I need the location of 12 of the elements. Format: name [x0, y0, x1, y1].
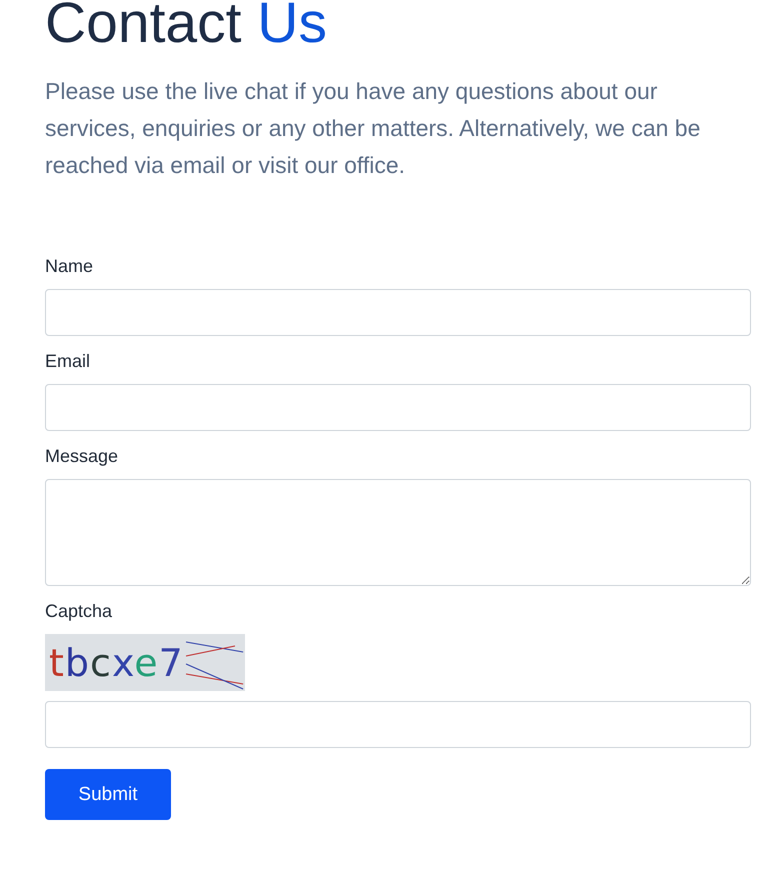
intro-text: Please use the live chat if you have any questions about our services, enquiries or any other matters. Alternatively, we can be reached via email or visit our office. [45, 77, 702, 180]
captcha-field[interactable] [45, 701, 751, 748]
input-field[interactable] [45, 384, 751, 431]
message-field[interactable] [45, 479, 751, 586]
submit-button[interactable]: Submit [45, 769, 171, 820]
field-label: Message [45, 445, 120, 468]
field-label: Name [45, 255, 94, 278]
page-heading: Contact Us [45, 0, 328, 57]
captcha-text: tbcxe7 [49, 640, 184, 686]
field-label: Captcha [45, 600, 114, 623]
field-label: Email [45, 350, 92, 373]
input-field[interactable] [45, 289, 751, 336]
